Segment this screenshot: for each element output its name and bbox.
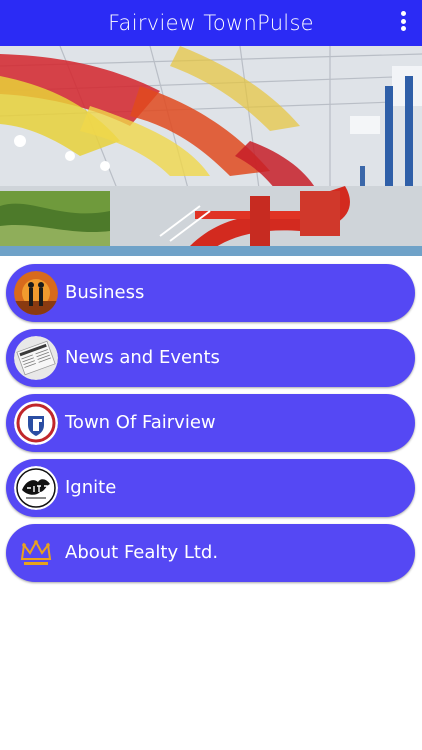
newspaper-icon [14, 336, 58, 380]
menu-item-business[interactable]: Business [6, 264, 415, 322]
app-title: Fairview TownPulse [108, 11, 314, 35]
business-people-icon [14, 271, 58, 315]
menu-item-label: Town Of Fairview [65, 412, 216, 433]
fealty-crown-icon [14, 531, 58, 575]
hero-carousel[interactable] [0, 46, 422, 256]
menu-item-news-and-events[interactable]: News and Events [6, 329, 415, 387]
menu-item-town-of-fairview[interactable]: Town Of Fairview [6, 394, 415, 452]
ignite-logo-icon [14, 466, 58, 510]
menu-item-label: News and Events [65, 347, 220, 368]
menu-item-label: Ignite [65, 477, 117, 498]
app-bar: Fairview TownPulse [0, 0, 422, 46]
menu-item-label: Business [65, 282, 145, 303]
pool-photo [0, 46, 422, 256]
menu-item-about-fealty[interactable]: About Fealty Ltd. [6, 524, 415, 582]
town-crest-icon [14, 401, 58, 445]
menu-item-ignite[interactable]: Ignite [6, 459, 415, 517]
menu-item-label: About Fealty Ltd. [65, 542, 219, 563]
more-vertical-icon[interactable] [396, 11, 410, 35]
